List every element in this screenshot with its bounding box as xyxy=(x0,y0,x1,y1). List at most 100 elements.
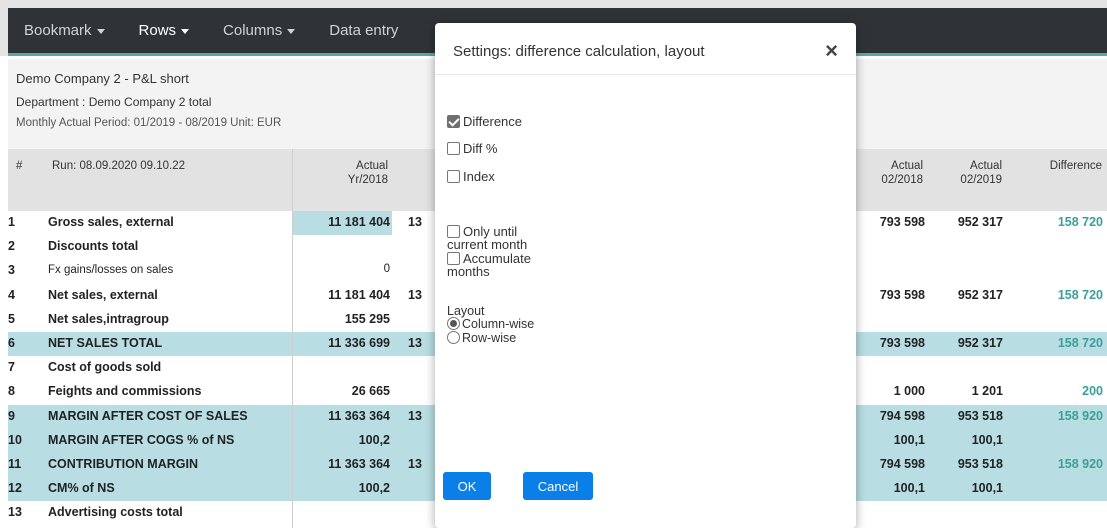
row-label: Feights and commissions xyxy=(48,384,202,399)
cell-partial[interactable]: 13 xyxy=(408,288,422,302)
layout-row-wise[interactable]: Row-wise xyxy=(447,331,516,345)
cell-actual-02-2019[interactable]: 100,1 xyxy=(922,481,1003,495)
row-number: 11 xyxy=(8,457,22,471)
accumulate-label-line2: months xyxy=(447,264,490,279)
close-icon[interactable]: × xyxy=(825,40,838,62)
row-number: 9 xyxy=(8,408,15,423)
row-label: MARGIN AFTER COGS % of NS xyxy=(48,432,235,447)
row-label: Gross sales, external xyxy=(48,215,174,229)
cell-actual-yr2018[interactable]: 0 xyxy=(298,263,390,275)
row-label: Net sales, external xyxy=(48,287,158,302)
report-department: Department : Demo Company 2 total xyxy=(16,95,212,109)
row-wise-radio[interactable] xyxy=(447,331,460,344)
row-number: 3 xyxy=(8,263,15,278)
cell-actual-02-2019[interactable]: 953 518 xyxy=(922,457,1003,471)
row-label: Advertising costs total xyxy=(48,505,183,520)
menu-rows[interactable]: Rows xyxy=(139,22,190,39)
report-period: Monthly Actual Period: 01/2019 - 08/2019… xyxy=(16,117,282,129)
row-number: 1 xyxy=(8,215,15,229)
row-number: 2 xyxy=(8,239,15,254)
row-label: Fx gains/losses on sales xyxy=(48,264,174,277)
only-until-checkbox[interactable] xyxy=(447,225,460,238)
cell-actual-02-2019[interactable]: 100,1 xyxy=(922,433,1003,447)
column-wise-label: Column-wise xyxy=(462,317,535,331)
cell-difference[interactable]: 158 920 xyxy=(1018,457,1103,471)
index-checkbox[interactable] xyxy=(447,170,460,183)
option-index[interactable]: Index xyxy=(447,170,495,183)
row-label: MARGIN AFTER COST OF SALES xyxy=(48,408,248,423)
header-actual-yr2018-line1: Actual xyxy=(356,160,388,172)
header-difference[interactable]: Difference xyxy=(1018,159,1102,173)
row-number: 10 xyxy=(8,432,22,447)
cell-actual-02-2019[interactable]: 952 317 xyxy=(922,336,1003,350)
header-run: Run: 08.09.2020 09.10.22 xyxy=(52,160,186,172)
cell-actual-02-2019[interactable]: 952 317 xyxy=(922,215,1003,229)
column-wise-radio[interactable] xyxy=(447,317,460,330)
header-actual-yr2018[interactable]: Actual Yr/2018 xyxy=(308,159,388,187)
report-title: Demo Company 2 - P&L short xyxy=(16,71,189,86)
row-label: Cost of goods sold xyxy=(48,360,162,375)
accumulate-checkbox[interactable] xyxy=(447,252,460,265)
menu-data-entry[interactable]: Data entry xyxy=(329,22,398,39)
cell-actual-02-2019[interactable]: 1 201 xyxy=(922,384,1003,398)
cell-actual-yr2018[interactable]: 155 295 xyxy=(298,312,390,326)
row-number: 8 xyxy=(8,384,15,399)
cell-actual-yr2018[interactable]: 11 181 404 xyxy=(298,215,390,229)
cell-difference[interactable]: 158 920 xyxy=(1018,409,1103,423)
cell-actual-yr2018[interactable]: 100,2 xyxy=(298,433,390,447)
cell-difference[interactable]: 200 xyxy=(1018,384,1103,398)
menu-data-entry-label: Data entry xyxy=(329,22,399,39)
cell-partial[interactable]: 13 xyxy=(408,336,422,350)
cell-partial[interactable]: 13 xyxy=(408,215,422,229)
cell-difference[interactable]: 158 720 xyxy=(1018,215,1103,229)
row-wise-label: Row-wise xyxy=(462,331,517,345)
row-label: NET SALES TOTAL xyxy=(48,336,163,350)
cell-actual-yr2018[interactable]: 11 336 699 xyxy=(298,336,390,350)
cell-actual-yr2018[interactable]: 100,2 xyxy=(298,481,390,495)
cell-actual-yr2018[interactable]: 26 665 xyxy=(298,384,390,398)
only-until-label-line2: current month xyxy=(447,237,528,252)
cell-actual-yr2018[interactable]: 11 363 364 xyxy=(298,457,390,471)
row-number: 4 xyxy=(8,287,15,302)
row-number: 6 xyxy=(8,336,15,350)
settings-dialog: Settings: difference calculation, layout… xyxy=(435,23,856,528)
cell-actual-yr2018[interactable]: 11 363 364 xyxy=(298,409,390,423)
diff-percent-checkbox[interactable] xyxy=(447,142,460,155)
option-diff-percent[interactable]: Diff % xyxy=(447,142,497,155)
menu-bookmark-label: Bookmark xyxy=(24,22,92,39)
row-label: Discounts total xyxy=(48,239,139,254)
cell-actual-02-2019[interactable]: 952 317 xyxy=(922,288,1003,302)
difference-label: Difference xyxy=(463,114,523,129)
cell-difference[interactable]: 158 720 xyxy=(1018,288,1103,302)
cell-partial[interactable]: 13 xyxy=(408,457,422,471)
diff-percent-label: Diff % xyxy=(463,141,498,156)
menu-bookmark[interactable]: Bookmark xyxy=(24,22,105,39)
row-label: Net sales,intragroup xyxy=(48,311,169,326)
cancel-button[interactable]: Cancel xyxy=(523,472,593,500)
dialog-header: Settings: difference calculation, layout… xyxy=(435,23,856,75)
row-number: 12 xyxy=(8,481,22,496)
header-actual-02-2019-line2: 02/2019 xyxy=(960,174,1002,186)
layout-column-wise[interactable]: Column-wise xyxy=(447,317,534,331)
caret-down-icon xyxy=(287,28,296,34)
menu-columns-label: Columns xyxy=(223,22,283,39)
option-difference[interactable]: Difference xyxy=(447,115,522,128)
cell-actual-02-2019[interactable]: 953 518 xyxy=(922,409,1003,423)
header-actual-02-2019-line1: Actual xyxy=(970,160,1002,172)
menu-rows-label: Rows xyxy=(138,22,177,39)
cell-difference[interactable]: 158 720 xyxy=(1018,336,1103,350)
row-number: 7 xyxy=(8,360,15,375)
option-accumulate-months[interactable]: Accumulate months xyxy=(447,252,531,278)
row-number: 13 xyxy=(8,505,22,520)
header-actual-02-2019[interactable]: Actual 02/2019 xyxy=(922,159,1002,187)
difference-checkbox[interactable] xyxy=(447,115,460,128)
index-label: Index xyxy=(463,169,495,184)
menu-columns[interactable]: Columns xyxy=(223,22,296,39)
column-divider xyxy=(292,149,293,528)
caret-down-icon xyxy=(181,28,190,34)
option-only-until-current-month[interactable]: Only until current month xyxy=(447,225,527,251)
cell-partial[interactable]: 13 xyxy=(408,409,422,423)
ok-button[interactable]: OK xyxy=(443,472,491,500)
row-label: CM% of NS xyxy=(48,481,115,496)
cell-actual-yr2018[interactable]: 11 181 404 xyxy=(298,288,390,302)
